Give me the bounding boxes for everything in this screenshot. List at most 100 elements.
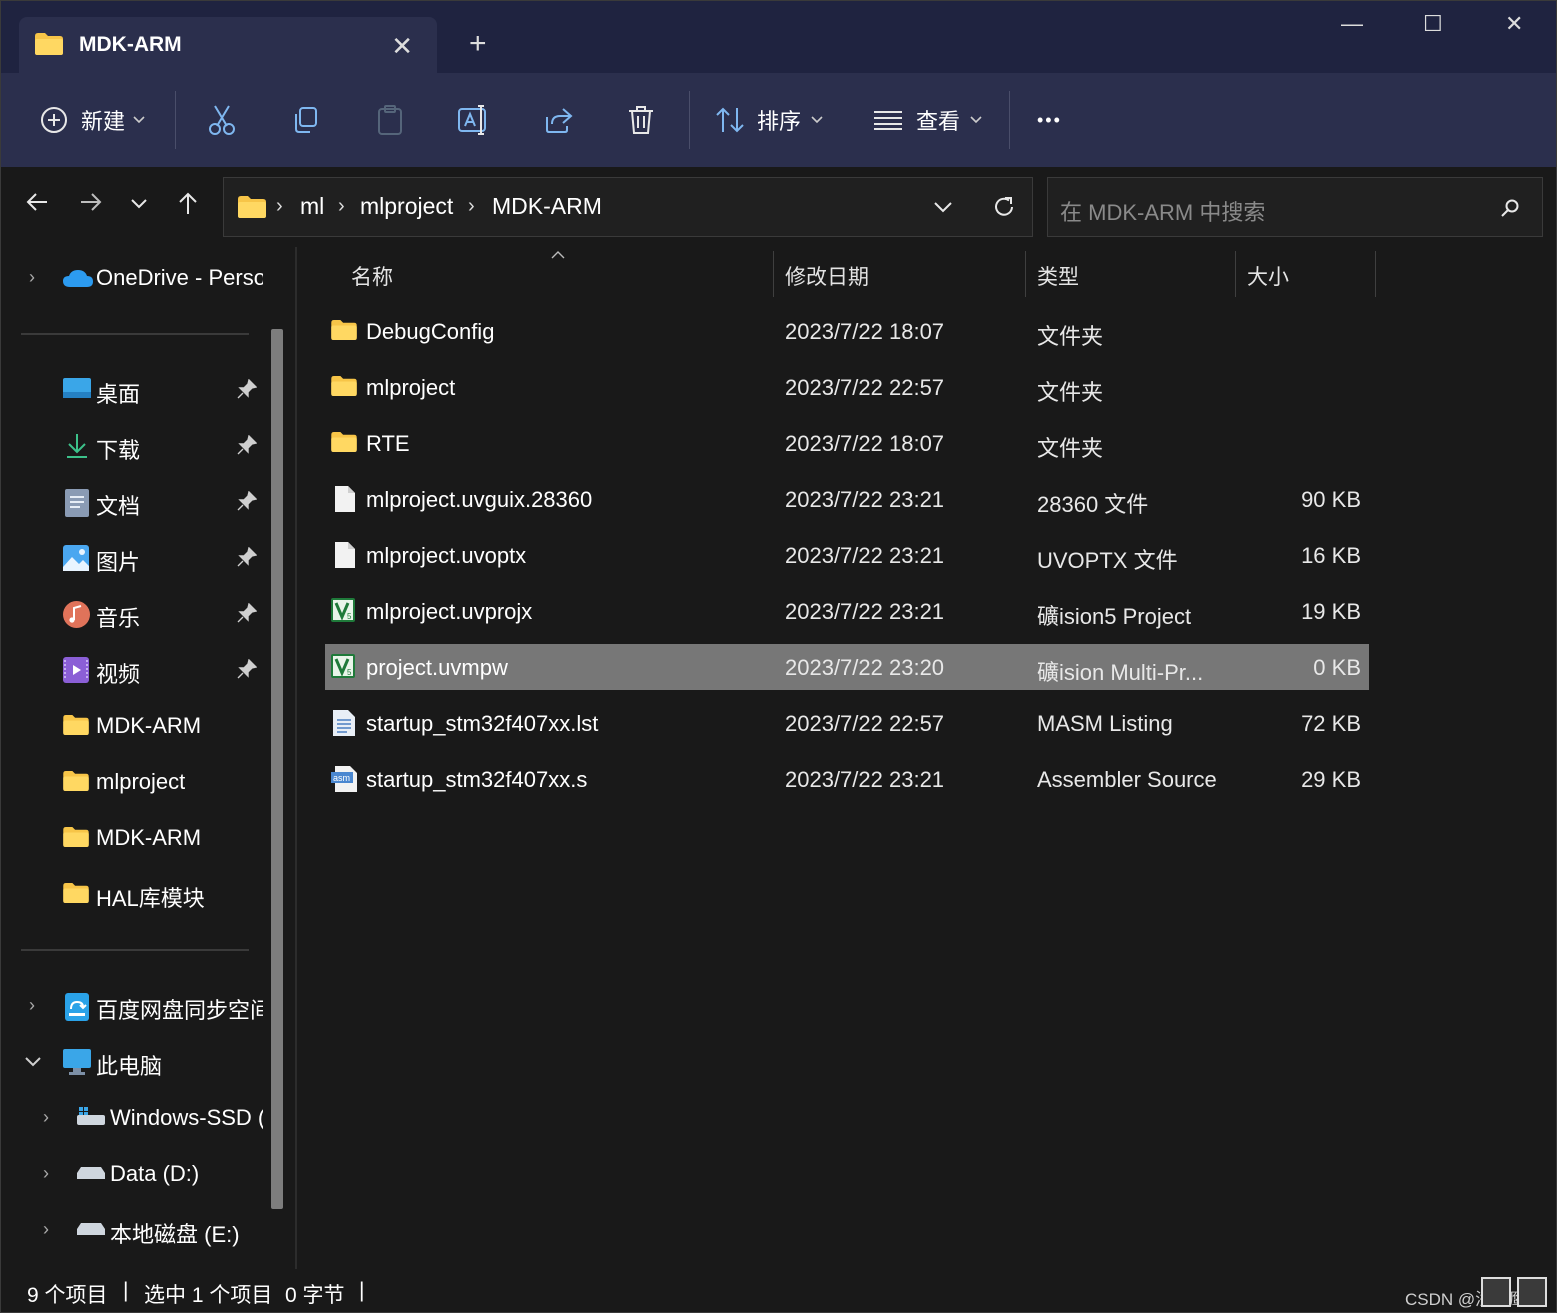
pin-icon[interactable] <box>237 435 257 455</box>
svg-text:asm: asm <box>333 773 350 783</box>
sidebar-item-baidu-netdisk[interactable]: › 百度网盘同步空间 <box>1 981 263 1031</box>
file-name: project.uvmpw <box>366 655 508 680</box>
chevron-right-icon[interactable]: › <box>43 1219 49 1240</box>
rename-button[interactable] <box>457 99 491 141</box>
sidebar-item-label: OneDrive - Perso <box>96 265 263 290</box>
picture-icon <box>63 545 89 571</box>
rename-icon <box>458 105 486 135</box>
paste-button[interactable] <box>375 99 405 141</box>
table-row[interactable]: 5 mlproject.uvprojx 2023/7/22 23:21 礦isi… <box>325 588 1369 634</box>
sidebar-item-desktop[interactable]: 桌面 <box>1 365 263 415</box>
sidebar-item-label: MDK-ARM <box>96 713 202 738</box>
column-header-date[interactable]: 修改日期 <box>785 261 869 291</box>
column-header-size[interactable]: 大小 <box>1247 261 1289 291</box>
chevron-down-icon[interactable] <box>25 1057 41 1067</box>
sidebar-item-documents[interactable]: 文档 <box>1 477 263 527</box>
table-row[interactable]: asm startup_stm32f407xx.s 2023/7/22 23:2… <box>325 756 1369 802</box>
share-button[interactable] <box>543 99 573 141</box>
pin-icon[interactable] <box>237 659 257 679</box>
pin-icon[interactable] <box>237 491 257 511</box>
sidebar-item-pictures[interactable]: 图片 <box>1 533 263 583</box>
toolbar-divider <box>1009 91 1010 149</box>
maximize-button[interactable]: ☐ <box>1423 11 1443 37</box>
file-date: 2023/7/22 22:57 <box>785 375 945 400</box>
address-bar[interactable]: › ml › mlproject › MDK-ARM <box>223 177 1033 237</box>
table-row[interactable]: mlproject 2023/7/22 22:57 文件夹 <box>325 364 1369 410</box>
trash-icon <box>629 106 653 134</box>
pin-icon[interactable] <box>237 603 257 623</box>
large-icons-view-icon[interactable] <box>1517 1277 1547 1307</box>
chevron-right-icon[interactable]: › <box>29 995 35 1016</box>
address-history-chevron-icon[interactable] <box>934 202 952 213</box>
breadcrumb-mdk-arm[interactable]: MDK-ARM <box>492 193 602 220</box>
sidebar-item-mdk-arm-2[interactable]: MDK-ARM <box>1 813 263 863</box>
folder-icon <box>331 432 357 452</box>
breadcrumb-mlproject[interactable]: mlproject <box>360 193 453 220</box>
sidebar-scrollbar[interactable] <box>271 329 283 1209</box>
sidebar-item-this-pc[interactable]: 此电脑 <box>1 1037 263 1087</box>
breadcrumb-separator: › <box>468 195 475 217</box>
column-header-type[interactable]: 类型 <box>1037 261 1079 291</box>
table-row[interactable]: RTE 2023/7/22 18:07 文件夹 <box>325 420 1369 466</box>
pin-icon[interactable] <box>237 379 257 399</box>
refresh-icon[interactable] <box>992 195 1016 219</box>
table-row[interactable]: startup_stm32f407xx.lst 2023/7/22 22:57 … <box>325 700 1369 746</box>
sidebar-item-drive-e[interactable]: › 本地磁盘 (E:) <box>1 1205 263 1255</box>
search-icon[interactable] <box>1500 198 1520 218</box>
cut-button[interactable] <box>207 99 237 141</box>
sidebar-item-onedrive[interactable]: › OneDrive - Perso <box>1 253 263 303</box>
details-view-icon[interactable] <box>1481 1277 1511 1307</box>
table-row[interactable]: mlproject.uvguix.28360 2023/7/22 23:21 2… <box>325 476 1369 522</box>
tab-mdk-arm[interactable]: MDK-ARM ✕ <box>19 17 437 73</box>
sidebar-item-label: Data (D:) <box>110 1161 200 1186</box>
up-arrow-icon[interactable] <box>177 191 199 215</box>
delete-button[interactable] <box>627 99 655 141</box>
chevron-right-icon[interactable]: › <box>29 267 35 288</box>
table-row[interactable]: mlproject.uvoptx 2023/7/22 23:21 UVOPTX … <box>325 532 1369 578</box>
forward-arrow-icon[interactable] <box>79 191 103 213</box>
table-row[interactable]: DebugConfig 2023/7/22 18:07 文件夹 <box>325 308 1369 354</box>
column-separator[interactable] <box>1025 251 1026 297</box>
sidebar-item-music[interactable]: 音乐 <box>1 589 263 639</box>
folder-icon <box>63 715 89 735</box>
table-row-selected[interactable]: 5 project.uvmpw 2023/7/22 23:20 礦ision M… <box>325 644 1369 690</box>
file-name: mlproject <box>366 375 456 400</box>
sidebar-item-downloads[interactable]: 下载 <box>1 421 263 471</box>
sidebar-item-mlproject[interactable]: mlproject <box>1 757 263 807</box>
music-icon <box>63 601 90 628</box>
chevron-right-icon[interactable]: › <box>43 1163 49 1184</box>
file-type: 28360 文件 <box>1037 492 1149 517</box>
folder-icon <box>63 771 89 791</box>
column-separator[interactable] <box>773 251 774 297</box>
search-input[interactable]: 在 MDK-ARM 中搜索 <box>1047 177 1543 237</box>
view-button[interactable]: 查看 <box>873 99 982 141</box>
chevron-right-icon[interactable]: › <box>43 1107 49 1128</box>
file-date: 2023/7/22 18:07 <box>785 319 945 344</box>
minimize-button[interactable]: — <box>1341 11 1363 37</box>
file-date: 2023/7/22 23:20 <box>785 655 945 680</box>
sidebar-item-drive-d[interactable]: › Data (D:) <box>1 1149 263 1199</box>
new-tab-button[interactable]: + <box>469 29 487 59</box>
sidebar-divider <box>21 333 249 335</box>
copy-button[interactable] <box>291 99 321 141</box>
new-button[interactable]: 新建 <box>39 99 145 141</box>
svg-text:5: 5 <box>347 612 352 621</box>
column-header-name[interactable]: 名称 <box>351 261 393 291</box>
file-date: 2023/7/22 22:57 <box>785 711 945 736</box>
back-arrow-icon[interactable] <box>25 191 49 213</box>
more-options-button[interactable]: ••• <box>1037 99 1062 141</box>
sidebar-item-drive-c[interactable]: › Windows-SSD (C:) <box>1 1093 263 1143</box>
sidebar-item-hal-library[interactable]: HAL库模块 <box>1 869 263 919</box>
sort-button[interactable]: 排序 <box>715 99 823 141</box>
close-window-button[interactable]: ✕ <box>1505 11 1523 37</box>
sidebar-item-videos[interactable]: 视频 <box>1 645 263 695</box>
column-separator[interactable] <box>1375 251 1376 297</box>
column-separator[interactable] <box>1235 251 1236 297</box>
recent-locations-chevron-icon[interactable] <box>131 199 147 209</box>
folder-icon <box>63 883 89 903</box>
sidebar-item-mdk-arm[interactable]: MDK-ARM <box>1 701 263 751</box>
pin-icon[interactable] <box>237 547 257 567</box>
breadcrumb-ml[interactable]: ml <box>300 193 324 220</box>
new-label: 新建 <box>81 109 126 134</box>
close-tab-icon[interactable]: ✕ <box>391 31 413 62</box>
